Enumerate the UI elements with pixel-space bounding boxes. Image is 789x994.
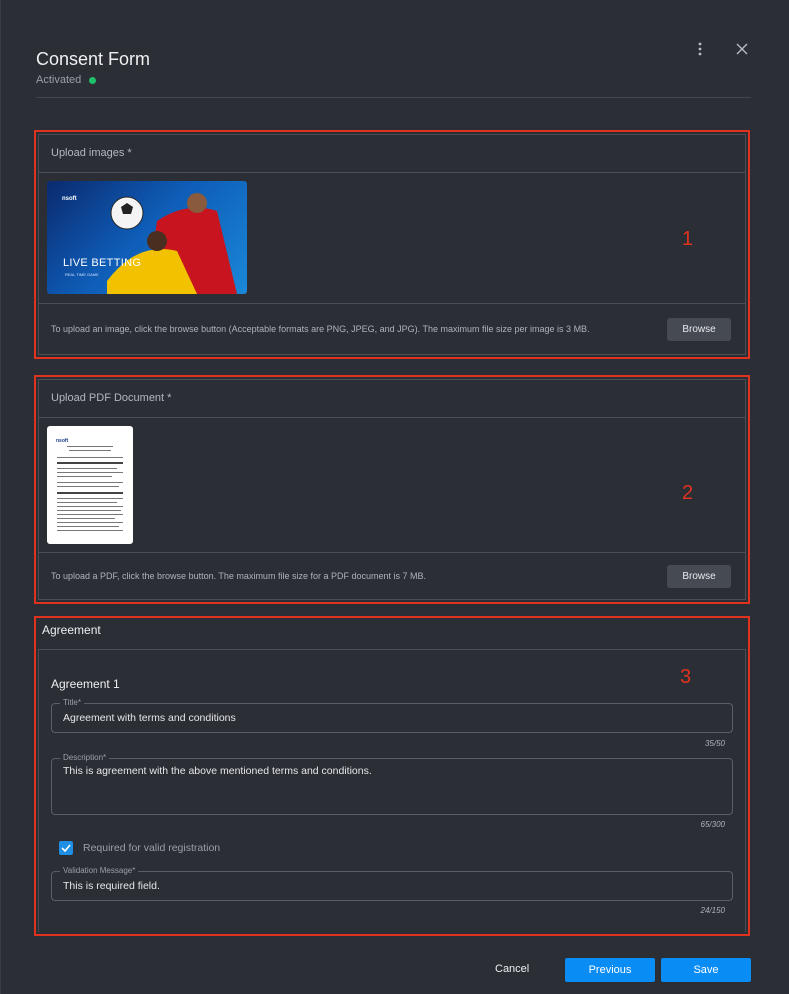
section-marker-3: 3 <box>680 666 692 688</box>
status-dot-icon <box>89 76 97 84</box>
uploaded-image-thumbnail[interactable]: nsoft LIVE BETTING REAL TIME GAME <box>47 181 247 294</box>
agreement-description-label: Description* <box>60 753 110 762</box>
pdf-logo: nsoft <box>56 438 69 444</box>
upload-images-header: Upload images * <box>39 135 745 173</box>
cancel-button[interactable]: Cancel <box>495 963 529 975</box>
upload-pdf-footer: To upload a PDF, click the browse button… <box>39 552 745 599</box>
header-divider <box>36 97 751 98</box>
agreement-description-value: This is agreement with the above mention… <box>63 765 372 777</box>
title-char-counter: 35/50 <box>704 739 725 748</box>
upload-pdf-section: Upload PDF Document * nsoft 2 To upload … <box>34 375 750 604</box>
status-label: Activated <box>36 74 82 86</box>
more-vertical-icon[interactable] <box>691 40 709 58</box>
banner-subtext: REAL TIME GAME <box>65 272 99 277</box>
agreement-card: Agreement 1 3 Title* Agreement with term… <box>38 649 746 932</box>
upload-pdf-header: Upload PDF Document * <box>39 380 745 418</box>
banner-headline: LIVE BETTING <box>63 257 142 269</box>
validation-message-value: This is required field. <box>63 880 160 892</box>
section-marker-2: 2 <box>682 482 694 504</box>
browse-images-button[interactable]: Browse <box>667 317 731 341</box>
required-checkbox[interactable] <box>59 841 73 855</box>
section-marker-1: 1 <box>682 228 694 250</box>
agreement-section-title: Agreement <box>42 623 101 637</box>
status-indicator: Activated <box>36 74 97 86</box>
save-button[interactable]: Save <box>661 958 751 982</box>
description-char-counter: 65/300 <box>700 820 725 829</box>
validation-message-label: Validation Message* <box>60 866 139 875</box>
validation-message-field[interactable]: Validation Message* This is required fie… <box>51 866 733 901</box>
validation-char-counter: 24/150 <box>700 906 725 915</box>
agreement-description-field[interactable]: Description* This is agreement with the … <box>51 753 733 815</box>
agreement-title-field[interactable]: Title* Agreement with terms and conditio… <box>51 698 733 733</box>
agreement-title-value: Agreement with terms and conditions <box>63 712 236 724</box>
upload-pdf-helper: To upload a PDF, click the browse button… <box>51 571 426 581</box>
agreement-subtitle: Agreement 1 <box>51 677 120 691</box>
upload-pdf-card: Upload PDF Document * nsoft 2 To upload … <box>38 379 746 600</box>
page-title: Consent Form <box>36 49 151 69</box>
agreement-section: Agreement Agreement 1 3 Title* Agreement… <box>34 616 750 936</box>
required-checkbox-label: Required for valid registration <box>83 842 221 854</box>
upload-images-section: Upload images * nsoft LIVE BETTING REAL … <box>34 130 750 359</box>
upload-images-card: Upload images * nsoft LIVE BETTING REAL … <box>38 134 746 355</box>
banner-logo: nsoft <box>62 196 77 202</box>
upload-images-helper: To upload an image, click the browse but… <box>51 324 590 334</box>
consent-form-panel: Consent Form Activated Upload images * n… <box>0 0 789 994</box>
agreement-title-label: Title* <box>60 698 84 707</box>
previous-button[interactable]: Previous <box>565 958 655 982</box>
browse-pdf-button[interactable]: Browse <box>667 564 731 588</box>
close-icon[interactable] <box>733 40 751 58</box>
upload-images-footer: To upload an image, click the browse but… <box>39 303 745 354</box>
required-checkbox-row[interactable]: Required for valid registration <box>59 841 220 855</box>
uploaded-pdf-thumbnail[interactable]: nsoft <box>47 426 133 544</box>
